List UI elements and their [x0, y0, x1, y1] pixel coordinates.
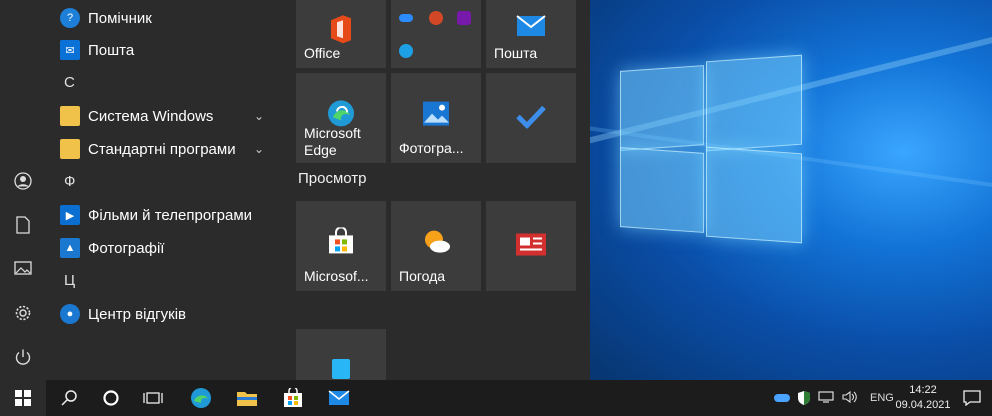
clock-time: 14:22 [909, 384, 937, 396]
desktop-wallpaper [590, 0, 992, 380]
app-item-label: Центр відгуків [88, 305, 186, 323]
app-item-label: Фільми й телепрограми [88, 206, 253, 224]
folder-icon [60, 139, 80, 159]
helper-icon: ? [60, 8, 80, 28]
start-icon [15, 390, 31, 406]
app-list: ? Помічник ✉ Пошта С Система Windows ⌄ С… [46, 0, 290, 380]
clock[interactable]: 14:22 09.04.2021 [892, 383, 954, 413]
tile-label: Office [304, 45, 341, 61]
news-icon [516, 233, 546, 259]
app-item-standard-programs[interactable]: Стандартні програми ⌄ [60, 135, 280, 163]
volume-icon[interactable] [842, 390, 858, 406]
app-item-films-tv[interactable]: ▶ Фільми й телепрограми [60, 201, 252, 229]
app-item-label: Помічник [88, 9, 152, 27]
tile-store[interactable]: Microsof... [296, 201, 386, 291]
chevron-down-icon: ⌄ [253, 109, 264, 123]
network-icon[interactable] [818, 390, 834, 406]
tile-label: Погода [399, 268, 446, 284]
tile-label: Microsoft Edge [304, 125, 361, 159]
tile-office-apps[interactable] [391, 0, 481, 68]
start-menu: ? Помічник ✉ Пошта С Система Windows ⌄ С… [0, 0, 590, 380]
file-explorer-icon [237, 392, 257, 406]
app-item-label: Система Windows [88, 107, 214, 125]
security-icon[interactable] [798, 391, 810, 405]
section-letter[interactable]: С [64, 74, 75, 91]
store-icon [327, 226, 355, 258]
app-item-label: Пошта [88, 41, 135, 59]
taskbar-mail[interactable] [316, 380, 362, 416]
windows-logo [620, 50, 805, 244]
search-button[interactable] [46, 380, 92, 416]
tile-mail[interactable]: Пошта [486, 0, 576, 68]
tile-label: Microsof... [304, 268, 369, 284]
app-item-label: Стандартні програми [88, 140, 236, 158]
tile-weather[interactable]: Погода [391, 201, 481, 291]
taskbar-store[interactable] [270, 380, 316, 416]
chevron-down-icon: ⌄ [253, 142, 264, 156]
tile-label: Пошта [494, 45, 538, 61]
office-icon [328, 14, 354, 47]
user-icon[interactable] [13, 172, 33, 192]
weather-icon [420, 229, 452, 258]
document-icon[interactable] [13, 216, 33, 236]
tile-label-line: Edge [304, 142, 337, 158]
app-icon [332, 359, 350, 379]
powerpoint-icon [429, 11, 443, 25]
checkmark-icon [516, 105, 546, 132]
edge-icon [191, 388, 211, 408]
tile-office[interactable]: Office [296, 0, 386, 68]
tile-photos[interactable]: Фотогра... [391, 73, 481, 163]
taskbar-file-explorer[interactable] [224, 380, 270, 416]
tile-partial[interactable] [296, 329, 386, 380]
app-item-photos[interactable]: ▲ Фотографії [60, 234, 164, 262]
notification-icon [963, 390, 981, 406]
system-tray: ENG [774, 380, 902, 416]
app-item-mail[interactable]: ✉ Пошта [60, 36, 134, 64]
cortana-button[interactable] [88, 380, 134, 416]
store-icon [284, 388, 302, 407]
tile-label-line: Microsoft [304, 125, 361, 141]
tile-news[interactable] [486, 201, 576, 291]
app-item-system-windows[interactable]: Система Windows ⌄ [60, 102, 280, 130]
folder-icon [60, 106, 80, 126]
mail-icon [328, 390, 350, 405]
task-view-icon [143, 392, 163, 404]
section-letter[interactable]: Ф [64, 173, 75, 190]
onedrive-icon[interactable] [774, 394, 790, 402]
tile-group-title: Просмотр [298, 170, 367, 187]
pictures-icon[interactable] [13, 260, 33, 280]
start-button[interactable] [0, 380, 46, 416]
task-view-button[interactable] [130, 380, 176, 416]
cortana-icon [103, 390, 119, 406]
skype-icon [399, 44, 413, 58]
tile-label: Фотогра... [399, 140, 464, 156]
photos-icon: ▲ [60, 238, 80, 258]
mail-icon: ✉ [60, 40, 80, 60]
onenote-icon [457, 11, 471, 25]
action-center-button[interactable] [952, 380, 992, 416]
taskbar: ENG 14:22 09.04.2021 [0, 380, 992, 416]
onedrive-icon [399, 14, 413, 22]
section-letter[interactable]: Ц [64, 272, 75, 289]
app-item-helper[interactable]: ? Помічник [60, 4, 152, 32]
settings-icon[interactable] [13, 304, 33, 324]
app-item-feedback-hub[interactable]: ● Центр відгуків [60, 300, 186, 328]
photos-icon [422, 101, 450, 130]
language-indicator[interactable]: ENG [870, 392, 894, 404]
start-rail [0, 0, 46, 380]
tile-todo[interactable] [486, 73, 576, 163]
search-icon [61, 390, 77, 406]
films-icon: ▶ [60, 205, 80, 225]
clock-date: 09.04.2021 [895, 399, 951, 411]
tile-edge[interactable]: Microsoft Edge [296, 73, 386, 163]
feedback-icon: ● [60, 304, 80, 324]
power-icon[interactable] [13, 348, 33, 368]
taskbar-edge[interactable] [178, 380, 224, 416]
mail-icon [516, 15, 546, 40]
app-item-label: Фотографії [88, 239, 165, 257]
